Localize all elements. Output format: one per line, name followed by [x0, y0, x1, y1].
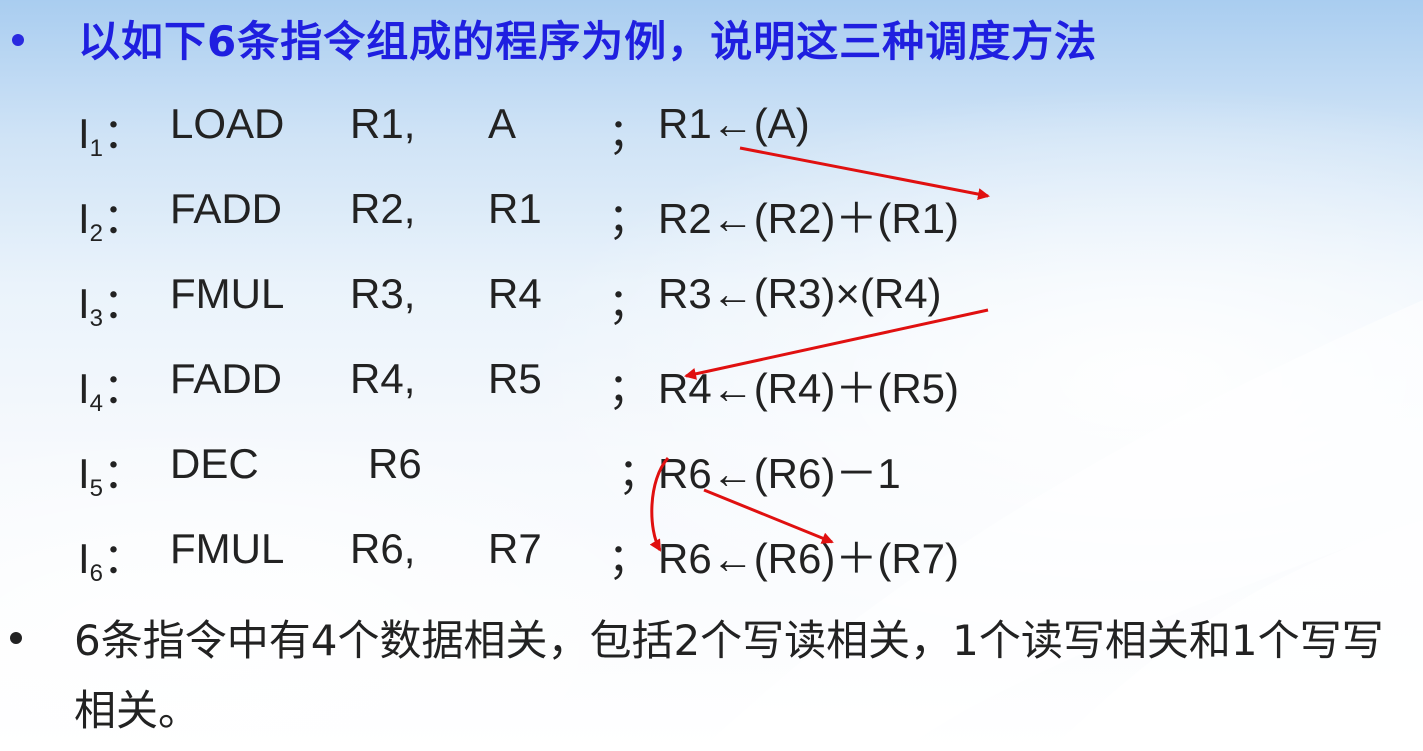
summary-text: 6条指令中有4个数据相关，包括2个写读相关，1个读写相关和1个写写相关。	[74, 616, 1384, 735]
war-arrow-i3-i4	[684, 308, 989, 380]
raw-arrow-i1-i2	[739, 146, 990, 200]
waw-arrow-i5-i6	[649, 456, 670, 552]
raw-arrow-i5-i6	[703, 488, 834, 544]
summary-bullet	[10, 632, 22, 644]
